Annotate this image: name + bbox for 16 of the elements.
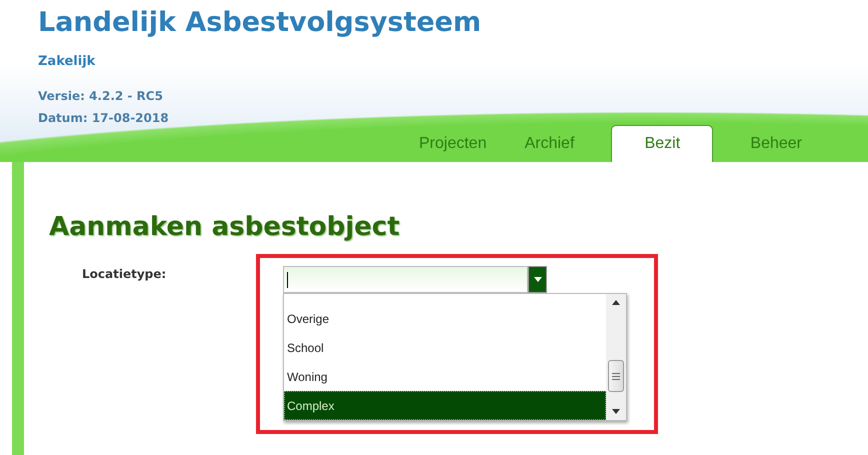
scroll-down-icon[interactable] xyxy=(612,409,620,414)
field-label: Locatietype: xyxy=(81,266,168,281)
version-text: Versie: 4.2.2 - RC5 xyxy=(38,88,164,105)
text-cursor xyxy=(287,272,288,288)
dropdown-option[interactable]: Complex xyxy=(284,391,606,420)
page-heading: Aanmaken asbestobject xyxy=(49,212,401,242)
nav-tab[interactable]: Bezit xyxy=(611,125,714,162)
scroll-up-icon[interactable] xyxy=(612,300,620,305)
date-text: Datum: 17-08-2018 xyxy=(38,110,170,127)
caret-icon xyxy=(532,276,542,283)
combo-input[interactable] xyxy=(283,266,528,293)
app-subtitle: Zakelijk xyxy=(38,54,96,69)
scroll-thumb[interactable] xyxy=(608,360,624,392)
scrollbar[interactable] xyxy=(606,294,626,420)
dropdown-button[interactable] xyxy=(528,266,547,293)
app-title: Landelijk Asbestvolgsysteem xyxy=(38,6,482,40)
